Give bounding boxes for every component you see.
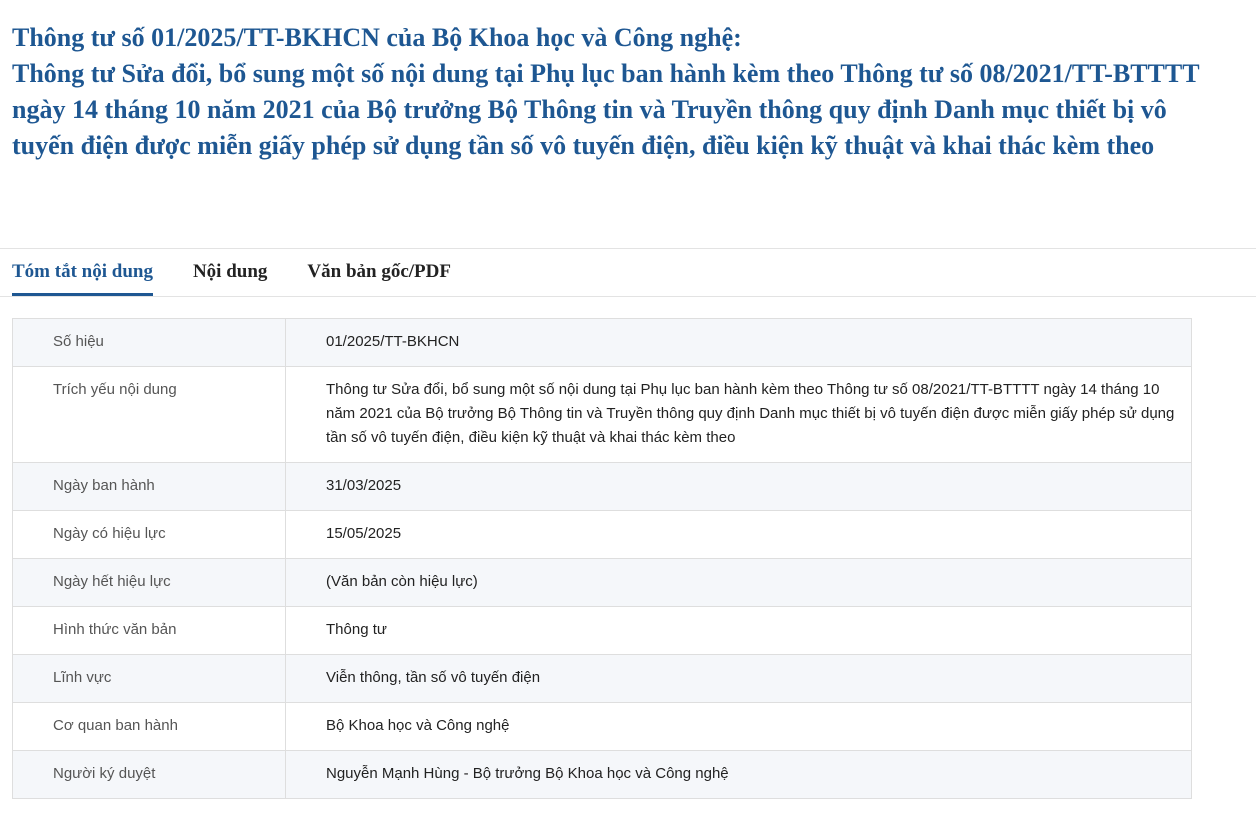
table-row: Ngày hết hiệu lực (Văn bản còn hiệu lực) xyxy=(12,558,1192,607)
row-label: Số hiệu xyxy=(12,318,286,367)
table-row: Hình thức văn bản Thông tư xyxy=(12,606,1192,655)
row-label: Ngày hết hiệu lực xyxy=(12,558,286,607)
row-label: Lĩnh vực xyxy=(12,654,286,703)
table-row: Trích yếu nội dung Thông tư Sửa đổi, bổ … xyxy=(12,366,1192,463)
tab-summary[interactable]: Tóm tắt nội dung xyxy=(12,248,153,296)
row-value: Bộ Khoa học và Công nghệ xyxy=(285,702,1192,751)
table-row: Lĩnh vực Viễn thông, tần số vô tuyến điệ… xyxy=(12,654,1192,703)
tab-original-pdf[interactable]: Văn bản gốc/PDF xyxy=(307,248,451,296)
row-value: Thông tư xyxy=(285,606,1192,655)
row-label: Người ký duyệt xyxy=(12,750,286,799)
row-value: Thông tư Sửa đổi, bổ sung một số nội dun… xyxy=(285,366,1192,463)
row-value: 31/03/2025 xyxy=(285,462,1192,511)
row-value: Viễn thông, tần số vô tuyến điện xyxy=(285,654,1192,703)
tab-content[interactable]: Nội dung xyxy=(193,248,267,296)
tab-bar: Tóm tắt nội dung Nội dung Văn bản gốc/PD… xyxy=(12,248,491,296)
table-row: Ngày có hiệu lực 15/05/2025 xyxy=(12,510,1192,559)
tabs-bottom-divider xyxy=(0,296,1256,297)
table-row: Ngày ban hành 31/03/2025 xyxy=(12,462,1192,511)
page-title: Thông tư số 01/2025/TT-BKHCN của Bộ Khoa… xyxy=(12,20,1202,164)
row-label: Trích yếu nội dung xyxy=(12,366,286,463)
row-value: 15/05/2025 xyxy=(285,510,1192,559)
document-info-table: Số hiệu 01/2025/TT-BKHCN Trích yếu nội d… xyxy=(12,318,1192,799)
row-label: Ngày ban hành xyxy=(12,462,286,511)
title-line-1: Thông tư số 01/2025/TT-BKHCN của Bộ Khoa… xyxy=(12,23,742,52)
row-value: 01/2025/TT-BKHCN xyxy=(285,318,1192,367)
table-row: Cơ quan ban hành Bộ Khoa học và Công ngh… xyxy=(12,702,1192,751)
table-row: Số hiệu 01/2025/TT-BKHCN xyxy=(12,318,1192,367)
row-label: Ngày có hiệu lực xyxy=(12,510,286,559)
row-value: Nguyễn Mạnh Hùng - Bộ trưởng Bộ Khoa học… xyxy=(285,750,1192,799)
row-label: Cơ quan ban hành xyxy=(12,702,286,751)
row-label: Hình thức văn bản xyxy=(12,606,286,655)
table-row: Người ký duyệt Nguyễn Mạnh Hùng - Bộ trư… xyxy=(12,750,1192,799)
title-line-2: Thông tư Sửa đổi, bổ sung một số nội dun… xyxy=(12,59,1200,160)
row-value: (Văn bản còn hiệu lực) xyxy=(285,558,1192,607)
